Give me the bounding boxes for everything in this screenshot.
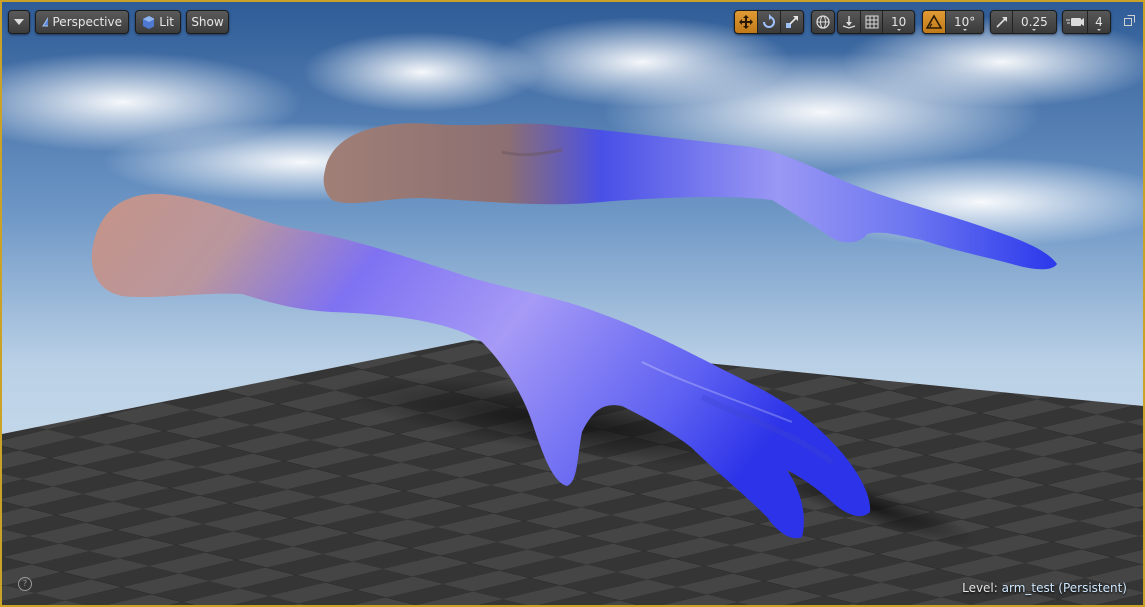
- lit-button[interactable]: Lit: [135, 10, 181, 34]
- camera-speed-icon: [1066, 18, 1084, 26]
- perspective-button[interactable]: Perspective: [35, 10, 129, 34]
- grid-snap-toggle[interactable]: [861, 11, 883, 33]
- rotation-snap-toggle[interactable]: [923, 11, 946, 33]
- coordinate-space-group: [811, 10, 835, 34]
- surface-snap-icon: [842, 16, 856, 29]
- perspective-icon: [42, 17, 48, 27]
- show-label: Show: [191, 15, 224, 29]
- help-icon[interactable]: ?: [18, 577, 32, 591]
- level-prefix: Level:: [962, 581, 998, 595]
- world-icon: [816, 15, 830, 29]
- rotation-snap-icon: [926, 14, 942, 29]
- show-button[interactable]: Show: [186, 10, 229, 34]
- camera-speed-value[interactable]: 4: [1088, 11, 1110, 33]
- level-status: Level: arm_test (Persistent): [962, 581, 1127, 595]
- viewport-scene[interactable]: [2, 2, 1143, 605]
- level-viewport[interactable]: Perspective Lit Show 10 10° 0.25 4 ? Lev…: [0, 0, 1145, 607]
- rotation-snap-group: 10°: [922, 10, 985, 34]
- level-name: arm_test (Persistent): [1001, 581, 1127, 595]
- translate-mode-button[interactable]: [735, 11, 758, 33]
- scale-snap-value[interactable]: 0.25: [1013, 11, 1056, 33]
- grid-snap-value[interactable]: 10: [883, 11, 915, 33]
- lit-label: Lit: [159, 15, 174, 29]
- rotate-mode-button[interactable]: [758, 11, 781, 33]
- grid-icon: [865, 15, 878, 29]
- scale-snap-icon: [995, 17, 1007, 28]
- translate-icon: [739, 15, 753, 29]
- viewport-options-dropdown[interactable]: [8, 10, 30, 34]
- lit-sphere-icon: [143, 16, 155, 29]
- perspective-label: Perspective: [52, 15, 123, 29]
- maximize-icon[interactable]: [1124, 15, 1135, 26]
- chevron-down-icon: [14, 19, 24, 25]
- rotate-icon: [763, 14, 775, 28]
- grid-snap-group: 10: [837, 10, 916, 34]
- scale-mode-button[interactable]: [781, 11, 803, 33]
- world-space-button[interactable]: [812, 11, 834, 33]
- scale-icon: [786, 16, 798, 28]
- transform-mode-group: [734, 10, 804, 34]
- surface-snap-button[interactable]: [838, 11, 861, 33]
- scale-snap-group: 0.25: [990, 10, 1057, 34]
- scale-snap-toggle[interactable]: [991, 11, 1013, 33]
- camera-speed-button[interactable]: [1063, 11, 1088, 33]
- camera-speed-group: 4: [1062, 10, 1111, 34]
- rotation-snap-value[interactable]: 10°: [946, 11, 984, 33]
